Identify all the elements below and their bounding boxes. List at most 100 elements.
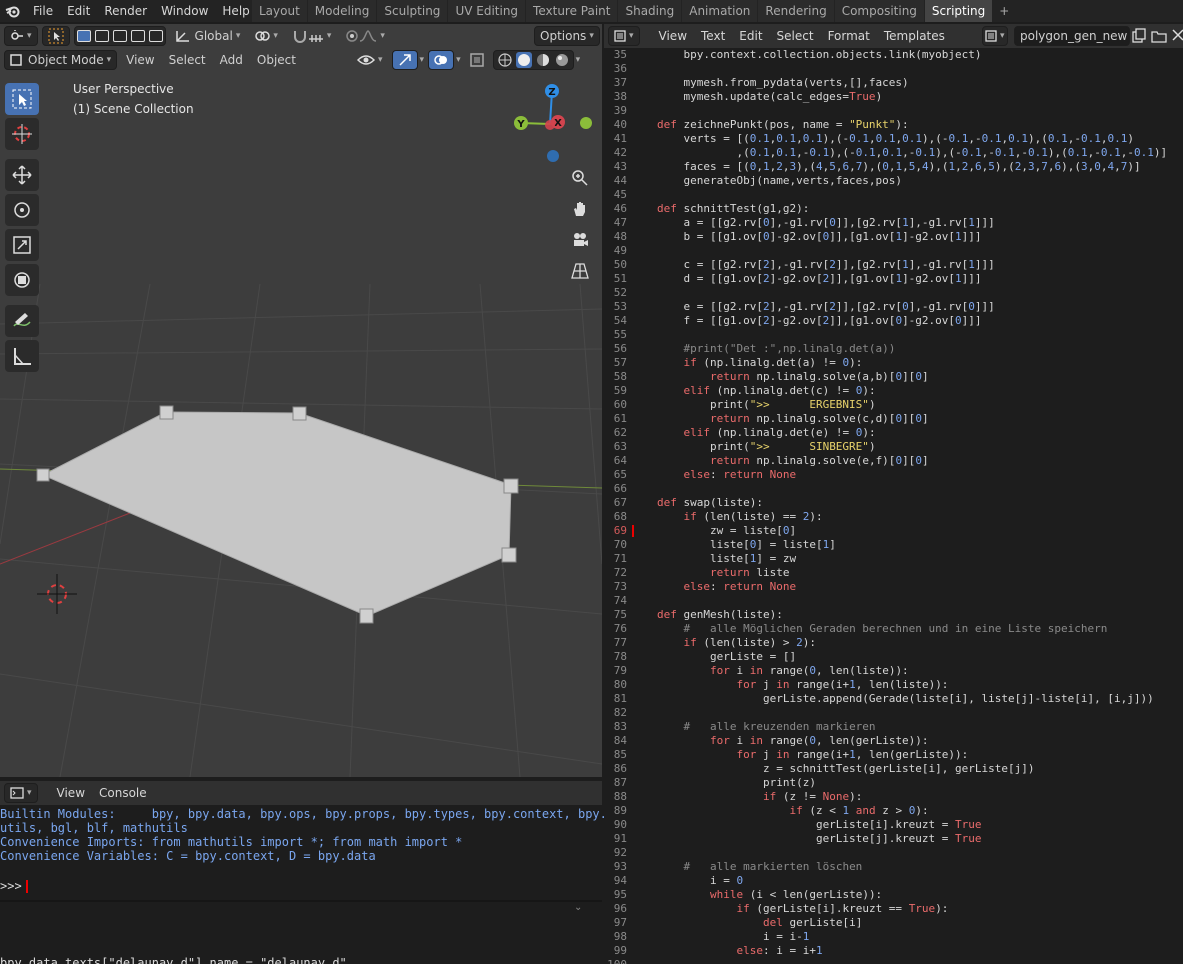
select-new-icon[interactable] <box>76 30 91 42</box>
code-line[interactable]: 82 <box>604 706 1183 720</box>
tab-texture-paint[interactable]: Texture Paint <box>526 0 618 22</box>
editor-type-button[interactable]: ▾ <box>4 26 38 46</box>
navigation-gizmo[interactable]: Z Y X <box>510 82 594 166</box>
code-line[interactable]: 54 f = [[g1.ov[2]-g2.ov[2]],[g1.ov[0]-g2… <box>604 314 1183 328</box>
editor-menu-templates[interactable]: Templates <box>877 29 952 43</box>
code-line[interactable]: 80 for j in range(i+1, len(liste)): <box>604 678 1183 692</box>
code-line[interactable]: 47 a = [[g2.rv[0],-g1.rv[0]],[g2.rv[1],-… <box>604 216 1183 230</box>
console-menu-console[interactable]: Console <box>92 782 154 804</box>
console-input[interactable]: >>> <box>0 879 28 893</box>
code-line[interactable]: 48 b = [[g1.ov[0]-g2.ov[0]],[g1.ov[1]-g2… <box>604 230 1183 244</box>
menu-window[interactable]: Window <box>154 0 215 22</box>
code-line[interactable]: 45 <box>604 188 1183 202</box>
code-line[interactable]: 37 mymesh.from_pydata(verts,[],faces) <box>604 76 1183 90</box>
editor-menu-text[interactable]: Text <box>694 29 732 43</box>
code-line[interactable]: 44 generateObj(name,verts,faces,pos) <box>604 174 1183 188</box>
transform-orientation-dropdown[interactable]: Global ▾ <box>170 26 246 46</box>
solid-shading-icon[interactable] <box>515 52 532 68</box>
options-dropdown[interactable]: Options ▾ <box>534 26 600 46</box>
viewport-menu-select[interactable]: Select <box>164 50 211 70</box>
code-line[interactable]: 61 return np.linalg.solve(c,d)[0][0] <box>604 412 1183 426</box>
neg-z-handle[interactable] <box>547 150 559 162</box>
code-line[interactable]: 69 zw = liste[0] <box>604 524 1183 538</box>
code-line[interactable]: 65 else: return None <box>604 468 1183 482</box>
close-text-icon[interactable] <box>1171 28 1183 42</box>
tab-rendering[interactable]: Rendering <box>758 0 834 22</box>
overlays-toggle[interactable] <box>428 50 455 70</box>
console-editor-type-button[interactable]: ▾ <box>4 783 38 803</box>
duplicate-text-icon[interactable] <box>1131 28 1147 44</box>
3d-cursor-icon[interactable] <box>37 574 77 614</box>
xray-toggle[interactable] <box>465 50 489 70</box>
collapse-chevron-icon[interactable]: ⌄ <box>574 902 582 913</box>
scale-tool[interactable] <box>5 229 39 261</box>
code-line[interactable]: 87 print(z) <box>604 776 1183 790</box>
code-line[interactable]: 73 else: return None <box>604 580 1183 594</box>
gizmo-toggle[interactable] <box>391 50 418 70</box>
tab-compositing[interactable]: Compositing <box>834 0 924 22</box>
visibility-dropdown[interactable]: ▾ <box>352 50 388 70</box>
select-box-tool[interactable] <box>5 83 39 115</box>
code-line[interactable]: 88 if (z != None): <box>604 790 1183 804</box>
code-line[interactable]: 68 if (len(liste) == 2): <box>604 510 1183 524</box>
viewport-menu-add[interactable]: Add <box>215 50 248 70</box>
code-line[interactable]: 89 if (z < 1 and z > 0): <box>604 804 1183 818</box>
viewport-menu-view[interactable]: View <box>121 50 159 70</box>
code-line[interactable]: 84 for i in range(0, len(gerListe)): <box>604 734 1183 748</box>
code-line[interactable]: 39 <box>604 104 1183 118</box>
text-editor[interactable]: ▾ View Text Edit Select Format Templates… <box>604 24 1183 964</box>
code-line[interactable]: 46 def schnittTest(g1,g2): <box>604 202 1183 216</box>
code-line[interactable]: 49 <box>604 244 1183 258</box>
tab-shading[interactable]: Shading <box>618 0 682 22</box>
code-line[interactable]: 76 # alle Möglichen Geraden berechnen un… <box>604 622 1183 636</box>
code-line[interactable]: 70 liste[0] = liste[1] <box>604 538 1183 552</box>
code-line[interactable]: 62 elif (np.linalg.det(e) != 0): <box>604 426 1183 440</box>
code-line[interactable]: 51 d = [[g1.ov[2]-g2.ov[2]],[g1.ov[1]-g2… <box>604 272 1183 286</box>
text-name-field[interactable]: polygon_gen_new <box>1014 26 1130 46</box>
code-line[interactable]: 43 faces = [(0,1,2,3),(4,5,6,7),(0,1,5,4… <box>604 160 1183 174</box>
perspective-toggle-button[interactable] <box>566 257 594 285</box>
code-line[interactable]: 74 <box>604 594 1183 608</box>
3d-viewport[interactable]: ▾ Global ▾ ▾ ▾ ▾ Options ▾ Object Mode ▾… <box>0 24 602 777</box>
code-line[interactable]: 35 bpy.context.collection.objects.link(m… <box>604 48 1183 62</box>
tab-uv-editing[interactable]: UV Editing <box>448 0 526 22</box>
object-mode-dropdown[interactable]: Object Mode ▾ <box>4 50 118 70</box>
code-line[interactable]: 52 <box>604 286 1183 300</box>
code-line[interactable]: 67 def swap(liste): <box>604 496 1183 510</box>
code-line[interactable]: 77 if (len(liste) > 2): <box>604 636 1183 650</box>
code-line[interactable]: 50 c = [[g2.rv[2],-g1.rv[2]],[g2.rv[1],-… <box>604 258 1183 272</box>
tab-sculpting[interactable]: Sculpting <box>377 0 448 22</box>
code-line[interactable]: 97 del gerListe[i] <box>604 916 1183 930</box>
open-folder-icon[interactable] <box>1151 28 1167 44</box>
code-line[interactable]: 99 else: i = i+1 <box>604 944 1183 958</box>
text-datablock-browse[interactable]: ▾ <box>982 26 1008 46</box>
code-line[interactable]: 81 gerListe.append(Gerade(liste[i], list… <box>604 692 1183 706</box>
pan-button[interactable] <box>566 195 594 223</box>
code-line[interactable]: 57 if (np.linalg.det(a) != 0): <box>604 356 1183 370</box>
rendered-shading-icon[interactable] <box>554 52 570 68</box>
annotate-tool[interactable] <box>5 305 39 337</box>
menu-file[interactable]: File <box>26 0 60 22</box>
move-tool[interactable] <box>5 159 39 191</box>
tab-scripting[interactable]: Scripting <box>924 0 993 22</box>
tab-modeling[interactable]: Modeling <box>307 0 377 22</box>
text-editor-type-button[interactable]: ▾ <box>608 26 640 46</box>
code-line[interactable]: 58 return np.linalg.solve(a,b)[0][0] <box>604 370 1183 384</box>
pivot-point-dropdown[interactable]: ▾ <box>249 26 283 46</box>
code-line[interactable]: 85 for j in range(i+1, len(gerListe)): <box>604 748 1183 762</box>
code-line[interactable]: 83 # alle kreuzenden markieren <box>604 720 1183 734</box>
camera-view-button[interactable] <box>566 226 594 254</box>
code-line[interactable]: 92 <box>604 846 1183 860</box>
code-line[interactable]: 96 if (gerListe[i].kreuzt == True): <box>604 902 1183 916</box>
code-line[interactable]: 86 z = schnittTest(gerListe[i], gerListe… <box>604 762 1183 776</box>
code-line[interactable]: 42 ,(0.1,0.1,-0.1),(-0.1,0.1,-0.1),(-0.1… <box>604 146 1183 160</box>
code-line[interactable]: 75 def genMesh(liste): <box>604 608 1183 622</box>
info-editor[interactable]: ⌄ bpy.data.texts["delaunay.d"].name = "d… <box>0 900 602 964</box>
python-console[interactable]: ▾ View Console Builtin Modules: bpy, bpy… <box>0 781 607 898</box>
code-line[interactable]: 72 return liste <box>604 566 1183 580</box>
code-line[interactable]: 36 <box>604 62 1183 76</box>
select-subtract-icon[interactable] <box>112 30 127 42</box>
select-intersect-icon[interactable] <box>148 30 163 42</box>
menu-help[interactable]: Help <box>215 0 256 22</box>
code-area[interactable]: 35 bpy.context.collection.objects.link(m… <box>604 48 1183 964</box>
